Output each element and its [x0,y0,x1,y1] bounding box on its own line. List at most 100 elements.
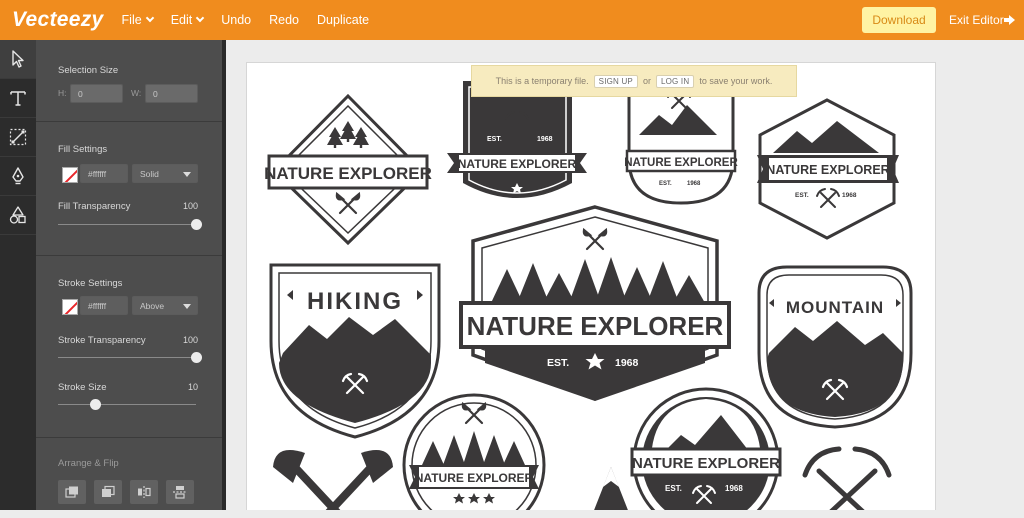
badge-round-mountain[interactable]: NATURE EXPLORER EST. 1968 [630,387,782,510]
badge-mountain-title: MOUNTAIN [786,298,884,317]
fill-transparency-thumb[interactable] [191,219,202,230]
redo-button[interactable]: Redo [269,13,299,27]
badge-shield-top[interactable]: EST. 1968 NATURE EXPLORER [447,81,587,198]
badge-large-year: 1968 [615,357,639,369]
badge-hiking-title: HIKING [307,288,403,315]
crossed-pickaxes-emblem[interactable] [802,446,892,510]
arrow-right-icon [1003,15,1015,25]
properties-panel: Selection Size H: 0 W: 0 Fill Settings #… [36,40,222,510]
fill-transparency-slider[interactable] [58,219,202,230]
stroke-transparency-value: 100 [182,335,198,345]
badge-round-forest[interactable]: NATURE EXPLORER [402,393,546,510]
cursor-arrow-icon [12,50,24,68]
text-tool[interactable] [0,79,36,118]
flip-vertical-button[interactable] [166,480,194,504]
exit-editor-button[interactable]: Exit Editor [949,13,1015,27]
top-bar: Vecteezy File Edit Undo Redo Duplicate D… [0,0,1024,40]
shapes-tool[interactable] [0,196,36,235]
download-button[interactable]: Download [862,7,936,33]
badge-mountain-shield-year: 1968 [687,181,701,187]
arrange-flip-section: Arrange & Flip [36,438,222,518]
badge-hexagon-small-est: EST. [795,192,809,199]
node-tool[interactable] [0,118,36,157]
badge-mountain[interactable]: MOUNTAIN [757,265,913,429]
selection-size-section: Selection Size H: 0 W: 0 [36,40,222,122]
badge-hiking[interactable]: HIKING [269,263,441,439]
stroke-size-slider[interactable] [58,399,196,410]
fill-mode-select[interactable]: Solid [132,164,198,183]
badge-diamond-title: NATURE EXPLORER [264,164,432,183]
temporary-file-notice: This is a temporary file. SIGN UP or LOG… [471,65,797,97]
badge-shield-top-year: 1968 [537,136,553,143]
height-input[interactable]: 0 [70,84,123,103]
mountain-peak-emblem[interactable] [589,467,633,510]
stroke-color-swatch[interactable] [62,299,78,315]
chevron-down-icon [145,13,154,23]
notice-or: or [642,76,651,86]
stroke-size-value: 10 [187,382,198,392]
stroke-size-thumb[interactable] [90,399,102,410]
undo-button[interactable]: Undo [221,13,251,27]
badge-round-mountain-title: NATURE EXPLORER [632,455,780,472]
duplicate-button[interactable]: Duplicate [317,13,369,27]
badge-hexagon-small-title: NATURE EXPLORER [766,163,889,177]
menu-edit[interactable]: Edit [170,13,205,27]
badge-large-title: NATURE EXPLORER [467,311,724,341]
notice-prefix: This is a temporary file. [495,76,589,86]
badge-nature-explorer-large[interactable]: NATURE EXPLORER EST. 1968 [459,205,731,401]
stroke-settings-section: Stroke Settings #ffffff Above Stroke Tra… [36,256,222,438]
fill-mode-value: Solid [140,168,159,179]
send-backward-icon [102,485,115,497]
notice-suffix: to save your work. [699,76,773,86]
menu-file[interactable]: File [121,13,154,27]
badge-round-forest-title: NATURE EXPLORER [415,471,534,485]
chevron-down-icon [195,13,205,23]
text-icon [10,91,26,106]
fill-color-swatch[interactable] [62,167,78,183]
flip-horizontal-button[interactable] [130,480,158,504]
menu-file-label: File [121,13,142,27]
badge-shield-top-est: EST. [487,136,502,143]
flip-horizontal-icon [138,486,151,498]
pen-tool[interactable] [0,157,36,196]
flip-vertical-icon [173,486,187,499]
fill-transparency-value: 100 [182,201,198,211]
width-label: W: [131,88,142,98]
badge-round-mountain-est: EST. [665,484,682,493]
badge-shield-top-title: NATURE EXPLORER [458,157,577,171]
select-tool[interactable] [0,40,36,79]
caret-down-icon [183,304,191,309]
crossed-axes-emblem[interactable] [273,450,393,510]
selection-size-title: Selection Size [58,65,119,76]
shapes-icon [9,206,26,224]
node-edit-icon [9,128,27,146]
badge-hexagon-small[interactable]: NATURE EXPLORER EST. 1968 [757,98,899,240]
artboard[interactable]: NATURE EXPLORER EST. 1968 NATURE EXPLORE… [246,62,936,510]
fill-color-input[interactable]: #ffffff [80,164,128,183]
stroke-transparency-thumb[interactable] [191,352,202,363]
badge-mountain-shield[interactable]: NATURE EXPLORER EST. 1968 [624,89,738,205]
sign-up-button[interactable]: SIGN UP [593,74,638,88]
fill-transparency-label: Fill Transparency [58,201,131,212]
stroke-settings-title: Stroke Settings [58,278,123,289]
fill-settings-section: Fill Settings #ffffff Solid Fill Transpa… [36,122,222,256]
stroke-transparency-slider[interactable] [58,352,202,363]
send-backward-button[interactable] [94,480,122,504]
height-label: H: [58,88,67,98]
log-in-button[interactable]: LOG IN [655,74,695,88]
logo[interactable]: Vecteezy [12,8,104,32]
bring-forward-button[interactable] [58,480,86,504]
stroke-transparency-label: Stroke Transparency [58,335,146,346]
stroke-position-select[interactable]: Above [132,296,198,315]
badge-round-mountain-year: 1968 [725,484,743,493]
menu-edit-label: Edit [170,13,193,27]
stroke-size-label: Stroke Size [58,382,107,393]
badge-diamond[interactable]: NATURE EXPLORER [264,93,432,246]
width-input[interactable]: 0 [145,84,198,103]
badge-mountain-shield-title: NATURE EXPLORER [624,157,738,169]
badge-hexagon-small-year: 1968 [842,192,857,199]
stroke-color-input[interactable]: #ffffff [80,296,128,315]
arrange-buttons [58,480,202,504]
tool-bar [0,40,36,510]
badges-artwork[interactable]: NATURE EXPLORER EST. 1968 NATURE EXPLORE… [247,63,937,510]
